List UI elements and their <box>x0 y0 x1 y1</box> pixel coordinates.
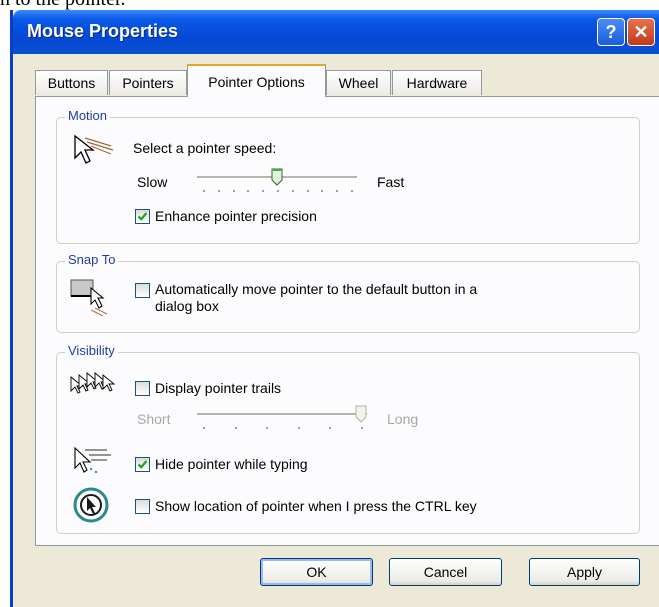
title-bar[interactable]: Mouse Properties ? ✕ <box>13 10 659 54</box>
motion-group-label: Motion <box>65 108 111 123</box>
slider-tick <box>292 190 294 192</box>
snap-to-label-line2[interactable]: dialog box <box>155 298 219 314</box>
slider-tick <box>235 427 237 429</box>
snap-to-group-label: Snap To <box>65 252 119 267</box>
long-label: Long <box>387 411 419 427</box>
slider-tick <box>307 190 309 192</box>
help-icon: ? <box>605 21 617 42</box>
pointer-trails-ticks <box>197 427 367 431</box>
window-title: Mouse Properties <box>27 21 179 41</box>
cancel-button[interactable]: Cancel <box>389 558 502 586</box>
short-label: Short <box>137 411 171 427</box>
pointer-trails-thumb[interactable] <box>355 405 367 423</box>
pointer-trails-checkbox[interactable] <box>135 381 150 396</box>
pointer-location-icon <box>73 487 109 523</box>
hide-pointer-label[interactable]: Hide pointer while typing <box>155 456 308 472</box>
tab-buttons[interactable]: Buttons <box>35 70 108 95</box>
snap-to-checkbox[interactable] <box>135 283 150 298</box>
pointer-trails-slider[interactable] <box>197 405 367 429</box>
fast-label: Fast <box>377 174 405 190</box>
slider-tick <box>262 190 264 192</box>
pointer-speed-ticks <box>197 190 357 194</box>
ok-button[interactable]: OK <box>260 558 373 586</box>
enhance-precision-checkbox[interactable] <box>135 209 150 224</box>
pointer-options-panel: Motion Select a pointer speed: Slow Fast <box>35 96 659 546</box>
enhance-precision-label[interactable]: Enhance pointer precision <box>155 208 317 224</box>
tab-wheel[interactable]: Wheel <box>326 70 391 95</box>
pointer-speed-icon <box>71 132 115 168</box>
help-button[interactable]: ? <box>597 18 625 46</box>
visibility-group: Visibility Display pointer trails Short <box>56 343 640 534</box>
tab-pointer-options[interactable]: Pointer Options <box>187 64 326 97</box>
tab-pointers[interactable]: Pointers <box>109 70 187 95</box>
checkmark-icon <box>137 460 148 469</box>
slider-tick <box>277 190 279 192</box>
pointer-speed-thumb[interactable] <box>271 168 283 186</box>
slider-tick <box>218 190 220 192</box>
slider-tick <box>336 190 338 192</box>
close-icon: ✕ <box>633 21 649 42</box>
pointer-trails-track <box>197 413 367 416</box>
slider-tick <box>233 190 235 192</box>
hide-pointer-checkbox[interactable] <box>135 457 150 472</box>
slider-tick <box>361 427 363 429</box>
mouse-properties-dialog: Mouse Properties ? ✕ Buttons Pointers Po… <box>10 10 659 607</box>
motion-group: Motion Select a pointer speed: Slow Fast <box>56 108 640 244</box>
hide-pointer-icon <box>71 445 115 475</box>
visibility-group-label: Visibility <box>65 343 118 358</box>
checkmark-icon <box>137 212 148 221</box>
slider-tick <box>203 427 205 429</box>
slider-tick <box>329 427 331 429</box>
pointer-location-checkbox[interactable] <box>135 499 150 514</box>
pointer-trails-label[interactable]: Display pointer trails <box>155 380 281 396</box>
pointer-speed-label: Select a pointer speed: <box>133 140 277 156</box>
slider-tick <box>298 427 300 429</box>
slider-tick <box>247 190 249 192</box>
slider-tick <box>266 427 268 429</box>
close-button[interactable]: ✕ <box>627 18 655 46</box>
snap-to-group: Snap To Automatically move pointer to th… <box>56 252 640 333</box>
pointer-speed-slider[interactable] <box>197 168 357 192</box>
slider-tick <box>203 190 205 192</box>
slow-label: Slow <box>137 174 168 190</box>
pointer-trails-icon <box>69 371 116 401</box>
apply-button[interactable]: Apply <box>529 558 640 586</box>
snap-to-label-line1[interactable]: Automatically move pointer to the defaul… <box>155 281 477 297</box>
pointer-location-label[interactable]: Show location of pointer when I press th… <box>155 498 477 514</box>
tab-hardware[interactable]: Hardware <box>392 70 482 95</box>
snap-to-icon <box>69 274 113 318</box>
slider-tick <box>321 190 323 192</box>
slider-tick <box>351 190 353 192</box>
